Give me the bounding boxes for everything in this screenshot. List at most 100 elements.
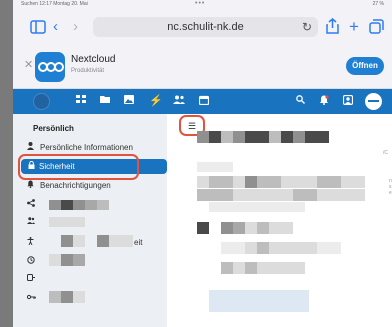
blurred-text (245, 131, 257, 143)
files-icon[interactable] (100, 95, 110, 107)
sidebar-item-groups[interactable] (13, 215, 167, 230)
blurred-label (109, 235, 133, 247)
hamburger-icon[interactable]: ☰ (185, 121, 199, 131)
blurred-text (317, 131, 329, 143)
blurred-text (245, 176, 257, 188)
blurred-text (245, 242, 257, 254)
blurred-text (257, 262, 305, 274)
blurred-text (233, 262, 245, 274)
sidebar-item-label: eit (134, 238, 143, 247)
blurred-label (73, 291, 85, 303)
photos-icon[interactable] (124, 95, 134, 108)
blurred-text (197, 176, 209, 188)
bell-icon (27, 180, 34, 191)
blurred-text (197, 131, 209, 143)
sidebar-icon[interactable] (30, 20, 46, 37)
nextcloud-header: ⚡ (13, 89, 392, 114)
status-bar: Suchen 12:17 Montag 20. Mai ••• 27 % (13, 0, 392, 10)
blurred-text (245, 262, 257, 274)
multitask-dots[interactable]: ••• (195, 0, 205, 7)
blurred-label (49, 291, 61, 303)
sidebar-item-accessibility[interactable]: eit (13, 235, 167, 250)
blurred-text (233, 176, 245, 188)
blurred-text (317, 176, 341, 188)
blurred-label (61, 291, 73, 303)
blurred-text (197, 162, 233, 172)
blurred-text (281, 176, 317, 188)
flow-icon (27, 274, 35, 284)
nextcloud-logo[interactable] (33, 93, 50, 110)
smart-app-banner: ✕ Nextcloud Produktivität Öffnen (13, 44, 392, 89)
sidebar-item-notifications[interactable]: Benachrichtigungen (13, 178, 167, 193)
blurred-text (257, 131, 269, 143)
notifications-icon[interactable] (319, 95, 329, 109)
tabs-icon[interactable] (369, 19, 384, 37)
blurred-text (221, 242, 245, 254)
search-icon[interactable] (296, 95, 305, 108)
sidebar-item-label: Persönliche Informationen (40, 143, 133, 152)
blurred-label (85, 200, 97, 210)
ipad-screen: Suchen 12:17 Montag 20. Mai ••• 27 % ‹ ›… (13, 0, 392, 327)
contacts-icon[interactable] (173, 95, 185, 108)
blurred-label (97, 235, 109, 247)
reload-icon[interactable]: ↻ (302, 20, 312, 34)
blurred-label (97, 200, 109, 210)
blurred-text (233, 131, 245, 143)
app-subtitle: Produktivität (71, 68, 105, 74)
blurred-text (269, 222, 293, 234)
accessibility-icon (27, 237, 34, 248)
blurred-text (257, 222, 269, 234)
blurred-text (269, 131, 281, 143)
contacts-menu-icon[interactable] (342, 94, 354, 109)
blurred-text (257, 176, 281, 188)
blurred-text (221, 222, 233, 234)
blurred-label (49, 254, 61, 266)
blurred-text (293, 131, 305, 143)
blurred-text (209, 176, 233, 188)
sidebar-section-title: Persönlich (33, 124, 74, 133)
blurred-label (73, 235, 85, 247)
sidebar-item-availability[interactable] (13, 254, 167, 269)
highlight-security-item (18, 154, 139, 180)
blurred-label (49, 200, 61, 210)
open-app-button[interactable]: Öffnen (346, 57, 384, 75)
status-time: Suchen 12:17 Montag 20. Mai (21, 1, 88, 7)
blurred-text (197, 222, 209, 234)
nextcloud-app-icon (35, 52, 65, 82)
address-bar[interactable]: nc.schulit-nk.de ↻ (93, 17, 318, 37)
blurred-text (209, 202, 305, 212)
chevron-right-icon[interactable]: › (73, 19, 78, 34)
key-icon (26, 293, 36, 303)
clock-icon (27, 256, 35, 267)
blurred-label (61, 235, 73, 247)
safari-toolbar: ‹ › nc.schulit-nk.de ↻ + (13, 10, 392, 44)
action-button[interactable] (209, 290, 309, 312)
close-icon[interactable]: ✕ (24, 58, 33, 71)
person-icon (27, 142, 34, 153)
url-text[interactable]: nc.schulit-nk.de (93, 21, 318, 33)
blurred-text (221, 262, 233, 274)
chevron-left-icon[interactable]: ‹ (53, 19, 58, 34)
sidebar-item-credentials[interactable] (13, 291, 167, 306)
share-icon[interactable] (326, 18, 339, 37)
blurred-text (233, 189, 293, 201)
blurred-text (269, 242, 317, 254)
sidebar-item-personal-info[interactable]: Persönliche Informationen (13, 140, 167, 155)
blurred-text (221, 131, 233, 143)
dashboard-icon[interactable] (76, 95, 86, 107)
blurred-text (197, 189, 233, 201)
sidebar-item-flow[interactable] (13, 272, 167, 287)
plus-icon[interactable]: + (349, 18, 359, 35)
blurred-text (281, 131, 293, 143)
blurred-label (49, 217, 85, 227)
user-avatar[interactable] (365, 93, 382, 110)
blurred-label (61, 200, 73, 210)
sidebar-item-label: Benachrichtigungen (40, 181, 111, 190)
battery-status: 27 % (372, 1, 384, 7)
blurred-text (257, 242, 269, 254)
calendar-icon[interactable] (198, 95, 210, 109)
activity-icon[interactable]: ⚡ (149, 95, 163, 107)
blurred-label (73, 200, 85, 210)
settings-sidebar: Persönlich Persönliche Informationen Sic… (13, 114, 167, 327)
blurred-label (73, 254, 85, 266)
